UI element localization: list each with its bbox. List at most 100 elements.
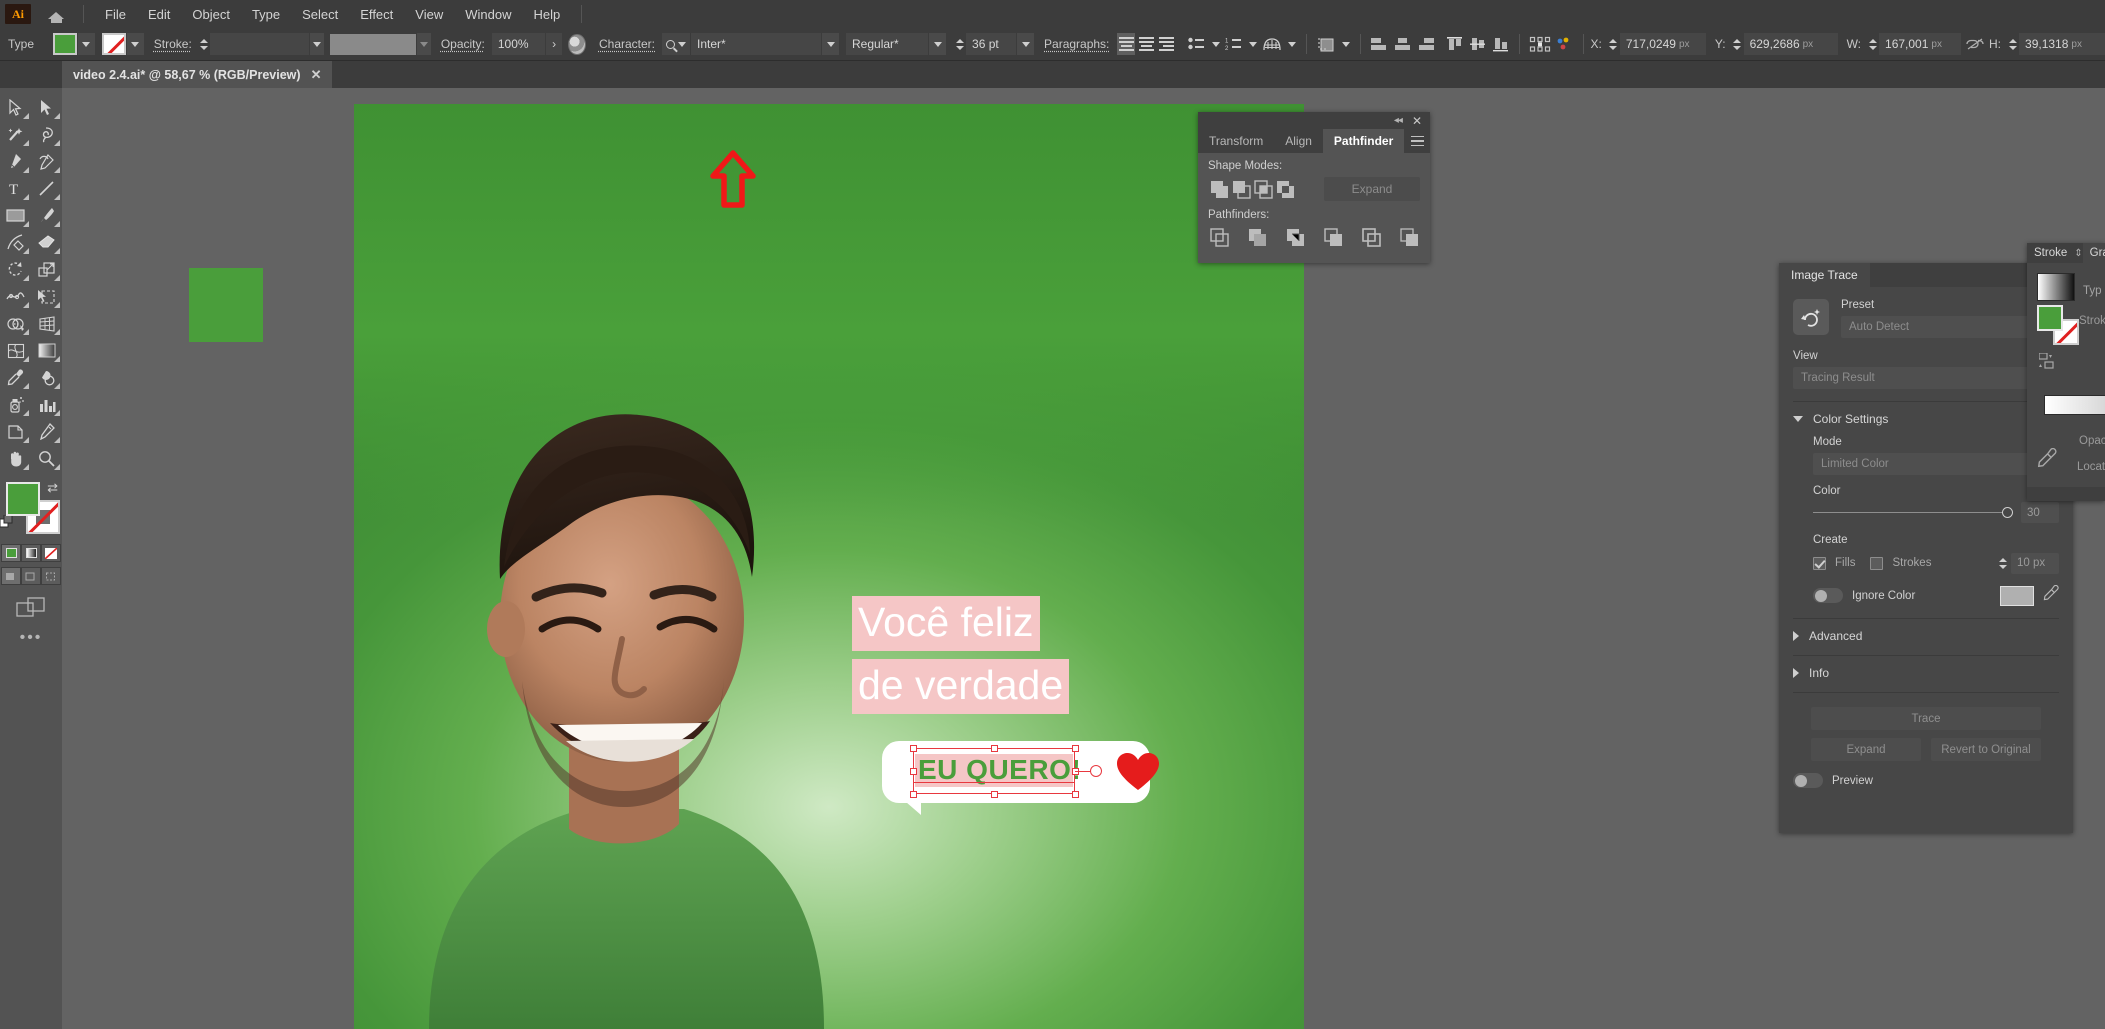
stroke-profile-dropdown[interactable] xyxy=(417,33,431,55)
eraser-tool[interactable] xyxy=(31,229,62,256)
stroke-width-stepper[interactable] xyxy=(1996,552,2009,574)
align-bottom-edges-button[interactable] xyxy=(1491,33,1510,55)
y-coordinate-control[interactable]: Y: 629,2686 px xyxy=(1715,33,1838,55)
align-top-edges-button[interactable] xyxy=(1445,33,1464,55)
menu-view[interactable]: View xyxy=(404,3,454,26)
stroke-profile-field[interactable] xyxy=(330,34,416,55)
shape-builder-tool[interactable] xyxy=(0,310,31,337)
draw-normal-button[interactable] xyxy=(1,567,21,585)
color-slider-track[interactable] xyxy=(1813,512,2013,514)
menu-help[interactable]: Help xyxy=(522,3,571,26)
tab-align[interactable]: Align xyxy=(1274,129,1323,153)
align-center-button[interactable] xyxy=(1137,33,1155,55)
align-left-edges-button[interactable] xyxy=(1370,33,1389,55)
align-horizontal-center-button[interactable] xyxy=(1393,33,1412,55)
bbox-handle-br[interactable] xyxy=(1072,791,1079,798)
recolor-artwork-icon[interactable] xyxy=(568,34,586,55)
stroke-weight-stepper[interactable] xyxy=(199,33,210,55)
text-bounding-box[interactable] xyxy=(913,748,1075,794)
paintbrush-tool[interactable] xyxy=(31,202,62,229)
y-field[interactable]: 629,2686 px xyxy=(1744,33,1838,55)
align-right-edges-button[interactable] xyxy=(1416,33,1435,55)
numbered-list-dropdown[interactable] xyxy=(1246,33,1260,55)
more-tools-button[interactable]: ••• xyxy=(0,629,62,647)
line-segment-tool[interactable] xyxy=(31,175,62,202)
fills-checkbox[interactable] xyxy=(1813,557,1826,570)
menu-file[interactable]: File xyxy=(94,3,137,26)
eyedropper-tool[interactable] xyxy=(0,364,31,391)
headline-text-object[interactable]: Você feliz de verdade xyxy=(852,596,1152,714)
magic-wand-tool[interactable] xyxy=(0,121,31,148)
fill-dropdown-button[interactable] xyxy=(78,33,95,55)
color-slider-knob[interactable] xyxy=(2002,507,2013,518)
bullet-list-dropdown[interactable] xyxy=(1209,33,1223,55)
tab-gradient[interactable]: Gra xyxy=(2083,243,2105,263)
gradient-fill-stroke-toggle-icon[interactable] xyxy=(2039,353,2059,376)
exclude-button[interactable] xyxy=(1274,178,1296,200)
rotate-tool[interactable] xyxy=(0,256,31,283)
slice-tool[interactable] xyxy=(31,418,62,445)
selection-tool[interactable] xyxy=(0,94,31,121)
close-icon[interactable]: ✕ xyxy=(1412,114,1422,128)
tab-transform[interactable]: Transform xyxy=(1198,129,1274,153)
text-wrap-button[interactable] xyxy=(1262,33,1282,55)
font-family-field[interactable]: Inter* xyxy=(691,33,821,55)
width-control[interactable]: W: 167,001 px xyxy=(1847,33,1961,55)
minus-front-button[interactable] xyxy=(1230,178,1252,200)
font-style-dropdown[interactable] xyxy=(929,33,946,55)
stroke-dropdown-button[interactable] xyxy=(127,33,144,55)
stroke-swatch-none[interactable] xyxy=(102,33,126,55)
artwork-green-square[interactable] xyxy=(189,268,263,342)
divide-button[interactable] xyxy=(1208,226,1230,248)
menu-type[interactable]: Type xyxy=(241,3,291,26)
rectangle-tool[interactable] xyxy=(0,202,31,229)
hand-tool[interactable] xyxy=(0,445,31,472)
shaper-tool[interactable] xyxy=(0,229,31,256)
panel-menu-icon[interactable] xyxy=(1404,129,1430,153)
revert-to-original-button[interactable]: Revert to Original xyxy=(1931,738,2041,761)
trace-button[interactable]: Trace xyxy=(1811,707,2041,730)
color-settings-section[interactable]: Color Settings xyxy=(1793,412,2059,426)
perspective-grid-tool[interactable] xyxy=(31,310,62,337)
minus-back-button[interactable] xyxy=(1398,226,1420,248)
trim-button[interactable] xyxy=(1246,226,1268,248)
expand-button[interactable]: Expand xyxy=(1324,177,1420,201)
transform-dropdown[interactable] xyxy=(1339,33,1353,55)
advanced-section[interactable]: Advanced xyxy=(1793,629,2059,643)
bbox-handle-bc[interactable] xyxy=(991,791,998,798)
x-field[interactable]: 717,0249 px xyxy=(1620,33,1706,55)
merge-button[interactable] xyxy=(1284,226,1306,248)
constrain-proportions-button[interactable] xyxy=(1965,33,1985,55)
collapse-icon[interactable]: ◂◂ xyxy=(1394,115,1402,126)
bbox-handle-bl[interactable] xyxy=(910,791,917,798)
expand-button[interactable]: Expand xyxy=(1811,738,1921,761)
font-style-control[interactable]: Regular* xyxy=(846,33,946,55)
w-stepper[interactable] xyxy=(1866,33,1879,55)
gradient-fill-swatch[interactable] xyxy=(2037,305,2063,331)
default-fill-stroke-icon[interactable] xyxy=(0,515,14,534)
opacity-field[interactable]: 100% xyxy=(492,33,545,55)
curvature-tool[interactable] xyxy=(31,148,62,175)
h-field[interactable]: 39,1318 px xyxy=(2019,33,2105,55)
symbol-sprayer-tool[interactable] xyxy=(0,391,31,418)
bbox-handle-tc[interactable] xyxy=(991,745,998,752)
opacity-flyout-button[interactable]: › xyxy=(546,33,562,55)
intersect-button[interactable] xyxy=(1252,178,1274,200)
stroke-weight-field[interactable] xyxy=(210,33,309,55)
numbered-list-button[interactable]: 12 xyxy=(1225,33,1244,55)
stroke-width-control[interactable]: 10 px xyxy=(1996,552,2059,574)
swap-fill-stroke-icon[interactable]: ⇄ xyxy=(47,480,58,496)
height-control[interactable]: H: 39,1318 px xyxy=(1989,33,2105,55)
eyedropper-icon[interactable] xyxy=(2037,448,2057,473)
eyedropper-icon[interactable] xyxy=(2043,585,2059,606)
bbox-handle-tl[interactable] xyxy=(910,745,917,752)
type-tool[interactable]: T xyxy=(0,175,31,202)
tab-pathfinder[interactable]: Pathfinder xyxy=(1323,129,1404,153)
pen-tool[interactable] xyxy=(0,148,31,175)
text-out-port[interactable] xyxy=(1090,765,1102,777)
stroke-weight-dropdown[interactable] xyxy=(310,33,324,55)
outline-button[interactable] xyxy=(1360,226,1382,248)
auto-trace-icon[interactable] xyxy=(1793,299,1829,335)
zoom-tool[interactable] xyxy=(31,445,62,472)
pathfinder-panel[interactable]: ◂◂ ✕ Transform Align Pathfinder Shape Mo… xyxy=(1198,112,1430,263)
